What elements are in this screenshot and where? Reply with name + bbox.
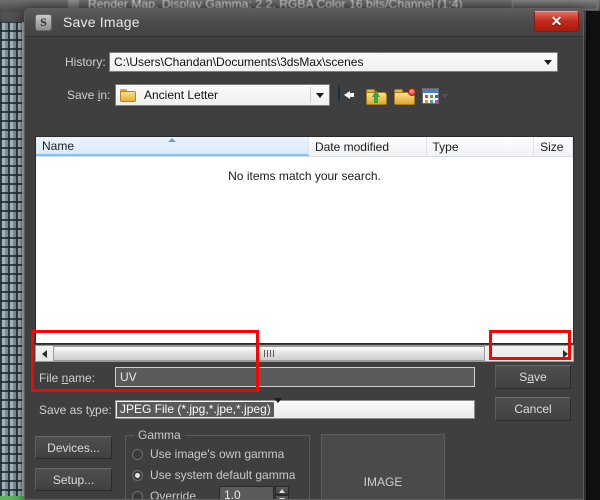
stepper-down-icon[interactable] (275, 495, 289, 499)
image-preview-panel: IMAGE (321, 434, 445, 499)
history-value: C:\Users\Chandan\Documents\3dsMax\scenes (114, 55, 364, 69)
background-status-strip (0, 496, 26, 500)
dialog-body: History: C:\Users\Chandan\Documents\3dsM… (25, 37, 583, 500)
scroll-left-icon[interactable] (36, 346, 52, 361)
horizontal-scrollbar[interactable] (35, 345, 574, 362)
setup-button[interactable]: Setup... (35, 468, 112, 491)
column-header-name[interactable]: Name (36, 137, 309, 156)
save-as-type-combo[interactable]: JPEG File (*.jpg,*.jpe,*.jpeg) (115, 397, 475, 419)
save-button[interactable]: Save (495, 365, 571, 389)
column-header-type[interactable]: Type (427, 137, 535, 156)
save-image-dialog: S Save Image ✕ History: C:\Users\Chandan… (24, 8, 584, 500)
new-folder-icon[interactable] (394, 85, 416, 107)
file-name-input[interactable]: UV (115, 367, 475, 387)
dialog-app-icon: S (35, 14, 52, 31)
history-row: History: (65, 55, 106, 69)
file-name-row: File name: (39, 371, 95, 385)
dialog-title: Save Image (63, 14, 140, 30)
cancel-button[interactable]: Cancel (495, 397, 571, 421)
history-label: History: (65, 55, 106, 69)
file-list-header: Name Date modified Type Size (36, 137, 573, 157)
dialog-titlebar[interactable]: S Save Image ✕ (25, 9, 583, 37)
chevron-down-icon[interactable] (273, 397, 282, 417)
gamma-option-label: Use image's own gamma (150, 447, 285, 461)
devices-button[interactable]: Devices... (35, 436, 112, 459)
gamma-option-label: Override (150, 489, 197, 500)
gamma-override-stepper[interactable]: 1.0 (219, 486, 289, 499)
chevron-down-icon[interactable] (311, 85, 329, 105)
back-icon[interactable] (338, 84, 360, 107)
save-as-type-value: JPEG File (*.jpg,*.jpe,*.jpeg) (117, 402, 274, 417)
scrollbar-thumb[interactable] (53, 346, 485, 361)
file-name-value: UV (120, 370, 137, 384)
chevron-down-icon[interactable] (539, 53, 557, 71)
save-as-type-row: Save as type: (39, 403, 112, 417)
file-list-body[interactable]: No items match your search. (36, 157, 573, 343)
gamma-group-title: Gamma (134, 428, 185, 442)
save-in-value: Ancient Letter (144, 88, 219, 102)
image-preview-label: IMAGE (363, 474, 403, 489)
up-one-level-icon[interactable] (366, 85, 388, 107)
save-as-type-label: Save as type: (39, 403, 112, 417)
sort-ascending-icon (167, 138, 176, 142)
radio-icon[interactable] (132, 448, 143, 460)
stepper-up-icon[interactable] (275, 486, 289, 495)
navigation-toolbar (338, 84, 448, 107)
views-icon[interactable] (422, 85, 448, 107)
column-header-date-modified[interactable]: Date modified (309, 137, 427, 156)
file-name-label: File name: (39, 371, 96, 385)
history-combo[interactable]: C:\Users\Chandan\Documents\3dsMax\scenes (109, 52, 558, 72)
gamma-option-system-default[interactable]: Use system default gamma (132, 468, 295, 482)
screenshot-root: Render Map, Display Gamma: 2.2, RGBA Col… (0, 0, 600, 500)
empty-list-message: No items match your search. (228, 169, 381, 183)
save-in-label: Save in: (67, 88, 111, 102)
close-icon[interactable]: ✕ (534, 11, 579, 32)
column-header-size[interactable]: Size (534, 137, 573, 156)
gamma-option-image-own[interactable]: Use image's own gamma (132, 447, 284, 461)
gamma-override-value[interactable]: 1.0 (219, 486, 274, 499)
save-in-row: Save in: (67, 88, 110, 102)
stepper-buttons[interactable] (275, 486, 289, 499)
folder-icon (120, 88, 136, 102)
save-in-combo[interactable]: Ancient Letter (115, 84, 330, 106)
gamma-option-label: Use system default gamma (150, 468, 296, 482)
file-list[interactable]: Name Date modified Type Size No items ma… (35, 136, 574, 344)
radio-icon[interactable] (132, 490, 143, 499)
radio-icon[interactable] (132, 469, 143, 481)
background-right-gutter (586, 11, 600, 500)
save-button-label: Save (519, 370, 547, 384)
scroll-right-icon[interactable] (557, 346, 573, 361)
gamma-option-override[interactable]: Override (132, 489, 197, 500)
